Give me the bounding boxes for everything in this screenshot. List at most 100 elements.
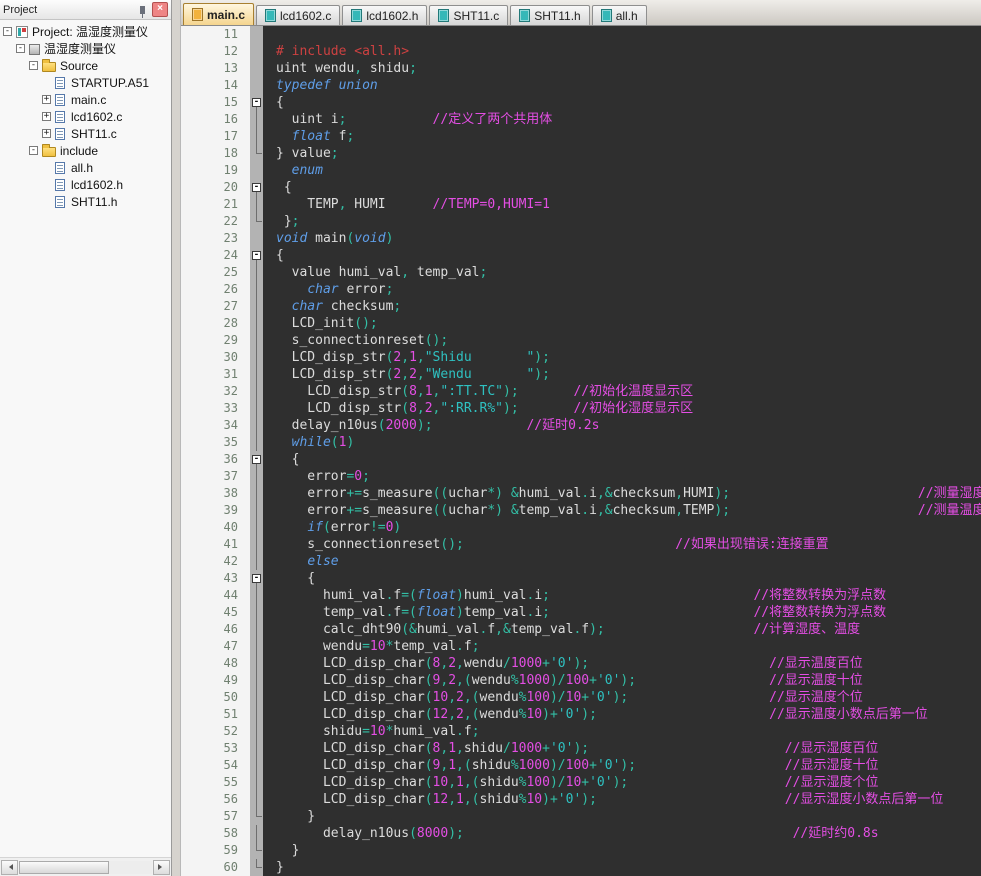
code-line[interactable]: # include <all.h>	[263, 43, 981, 60]
code-line[interactable]: delay_n10us(8000); //延时约0.8s	[263, 825, 981, 842]
scrollbar-thumb[interactable]	[19, 861, 109, 874]
tree-item-Source[interactable]: - Source	[0, 57, 171, 74]
expander-icon[interactable]: -	[3, 27, 12, 36]
tree-item-label: Project: 温湿度测量仪	[32, 23, 148, 40]
code-line[interactable]: s_connectionreset(); //如果出现错误:连接重置	[263, 536, 981, 553]
code-line[interactable]: value humi_val, temp_val;	[263, 264, 981, 281]
code-line[interactable]: LCD_disp_str(2,1,"Shidu ");	[263, 349, 981, 366]
code-line[interactable]: uint wendu, shidu;	[263, 60, 981, 77]
tab-main.c[interactable]: main.c	[183, 3, 254, 25]
code-line[interactable]: LCD_disp_char(12,1,(shidu%10)+'0'); //显示…	[263, 791, 981, 808]
close-icon[interactable]: ×	[152, 2, 168, 17]
tab-lcd1602.c[interactable]: lcd1602.c	[256, 5, 340, 25]
code-line[interactable]	[263, 26, 981, 43]
panel-splitter[interactable]	[172, 0, 181, 876]
code-editor[interactable]: 1112# include <all.h>13uint wendu, shidu…	[181, 26, 981, 876]
code-line[interactable]: LCD_disp_char(8,1,shidu/1000+'0'); //显示湿…	[263, 740, 981, 757]
code-line[interactable]: shidu=10*humi_val.f;	[263, 723, 981, 740]
expander-icon[interactable]: -	[29, 146, 38, 155]
file-icon	[55, 162, 65, 174]
expander-icon[interactable]: +	[42, 95, 51, 104]
code-line[interactable]: typedef union	[263, 77, 981, 94]
code-line[interactable]: LCD_disp_char(9,2,(wendu%1000)/100+'0');…	[263, 672, 981, 689]
code-line[interactable]: LCD_disp_str(2,2,"Wendu ");	[263, 366, 981, 383]
expander-icon[interactable]: -	[29, 61, 38, 70]
code-line[interactable]: {	[263, 570, 981, 587]
tree-item-Project: 温湿度测量仪[interactable]: -Project: 温湿度测量仪	[0, 23, 171, 40]
tree-item-label: Source	[60, 59, 98, 73]
code-line[interactable]: LCD_init();	[263, 315, 981, 332]
code-line[interactable]: char checksum;	[263, 298, 981, 315]
code-line[interactable]: error+=s_measure((uchar*) &temp_val.i,&c…	[263, 502, 981, 519]
code-line[interactable]: char error;	[263, 281, 981, 298]
file-icon	[55, 179, 65, 191]
tree-item-all.h[interactable]: all.h	[0, 159, 171, 176]
code-line[interactable]: float f;	[263, 128, 981, 145]
code-line[interactable]: LCD_disp_char(9,1,(shidu%1000)/100+'0');…	[263, 757, 981, 774]
code-line[interactable]: };	[263, 213, 981, 230]
code-line[interactable]: } value;	[263, 145, 981, 162]
line-number: 19	[181, 162, 250, 179]
fold-marker[interactable]	[250, 179, 263, 196]
tab-SHT11.c[interactable]: SHT11.c	[429, 5, 508, 25]
pin-icon[interactable]	[140, 6, 145, 14]
scroll-right-button[interactable]	[153, 860, 170, 875]
code-line[interactable]: LCD_disp_char(8,2,wendu/1000+'0'); //显示温…	[263, 655, 981, 672]
code-line[interactable]: {	[263, 451, 981, 468]
code-line[interactable]: TEMP, HUMI //TEMP=0,HUMI=1	[263, 196, 981, 213]
fold-marker[interactable]	[250, 94, 263, 111]
fold-marker	[250, 808, 263, 825]
code-line[interactable]: enum	[263, 162, 981, 179]
fold-marker	[250, 349, 263, 366]
code-line[interactable]: if(error!=0)	[263, 519, 981, 536]
line-number: 36	[181, 451, 250, 468]
code-line[interactable]: LCD_disp_char(12,2,(wendu%10)+'0'); //显示…	[263, 706, 981, 723]
expander-icon[interactable]: -	[16, 44, 25, 53]
code-line[interactable]: {	[263, 94, 981, 111]
code-line[interactable]: uint i; //定义了两个共用体	[263, 111, 981, 128]
code-line[interactable]: void main(void)	[263, 230, 981, 247]
code-line[interactable]: else	[263, 553, 981, 570]
code-line[interactable]: {	[263, 247, 981, 264]
tree-item-SHT11.c[interactable]: +SHT11.c	[0, 125, 171, 142]
code-line[interactable]: wendu=10*temp_val.f;	[263, 638, 981, 655]
tree-item-温湿度测量仪[interactable]: -温湿度测量仪	[0, 40, 171, 57]
code-line[interactable]: LCD_disp_str(8,1,":TT.TC"); //初始化温度显示区	[263, 383, 981, 400]
fold-marker[interactable]	[250, 570, 263, 587]
code-line[interactable]: }	[263, 842, 981, 859]
expander-icon[interactable]: +	[42, 129, 51, 138]
code-line[interactable]: calc_dht90(&humi_val.f,&temp_val.f); //计…	[263, 621, 981, 638]
tab-all.h[interactable]: all.h	[592, 5, 647, 25]
tab-SHT11.h[interactable]: SHT11.h	[510, 5, 589, 25]
line-number: 54	[181, 757, 250, 774]
tree-item-lcd1602.c[interactable]: +lcd1602.c	[0, 108, 171, 125]
expander-icon[interactable]: +	[42, 112, 51, 121]
code-line[interactable]: LCD_disp_char(10,2,(wendu%100)/10+'0'); …	[263, 689, 981, 706]
tree-item-SHT11.h[interactable]: SHT11.h	[0, 193, 171, 210]
code-line[interactable]: temp_val.f=(float)temp_val.i; //将整数转换为浮点…	[263, 604, 981, 621]
line-number: 35	[181, 434, 250, 451]
code-line[interactable]: LCD_disp_char(10,1,(shidu%100)/10+'0'); …	[263, 774, 981, 791]
code-line[interactable]: LCD_disp_str(8,2,":RR.R%"); //初始化湿度显示区	[263, 400, 981, 417]
code-line[interactable]: while(1)	[263, 434, 981, 451]
code-line[interactable]: error=0;	[263, 468, 981, 485]
tree-item-main.c[interactable]: +main.c	[0, 91, 171, 108]
code-line[interactable]: error+=s_measure((uchar*) &humi_val.i,&c…	[263, 485, 981, 502]
scroll-left-button[interactable]	[1, 860, 18, 875]
code-line[interactable]: delay_n10us(2000); //延时0.2s	[263, 417, 981, 434]
code-row: 22 };	[181, 213, 981, 230]
scrollbar-track[interactable]	[19, 861, 152, 874]
tree-item-STARTUP.A51[interactable]: STARTUP.A51	[0, 74, 171, 91]
code-line[interactable]: }	[263, 859, 981, 876]
fold-marker[interactable]	[250, 451, 263, 468]
file-icon	[601, 9, 612, 22]
code-row: 38 error+=s_measure((uchar*) &humi_val.i…	[181, 485, 981, 502]
code-line[interactable]: s_connectionreset();	[263, 332, 981, 349]
tree-item-include[interactable]: -include	[0, 142, 171, 159]
tree-item-lcd1602.h[interactable]: lcd1602.h	[0, 176, 171, 193]
code-line[interactable]: }	[263, 808, 981, 825]
code-line[interactable]: {	[263, 179, 981, 196]
tab-lcd1602.h[interactable]: lcd1602.h	[342, 5, 427, 25]
fold-marker[interactable]	[250, 247, 263, 264]
code-line[interactable]: humi_val.f=(float)humi_val.i; //将整数转换为浮点…	[263, 587, 981, 604]
